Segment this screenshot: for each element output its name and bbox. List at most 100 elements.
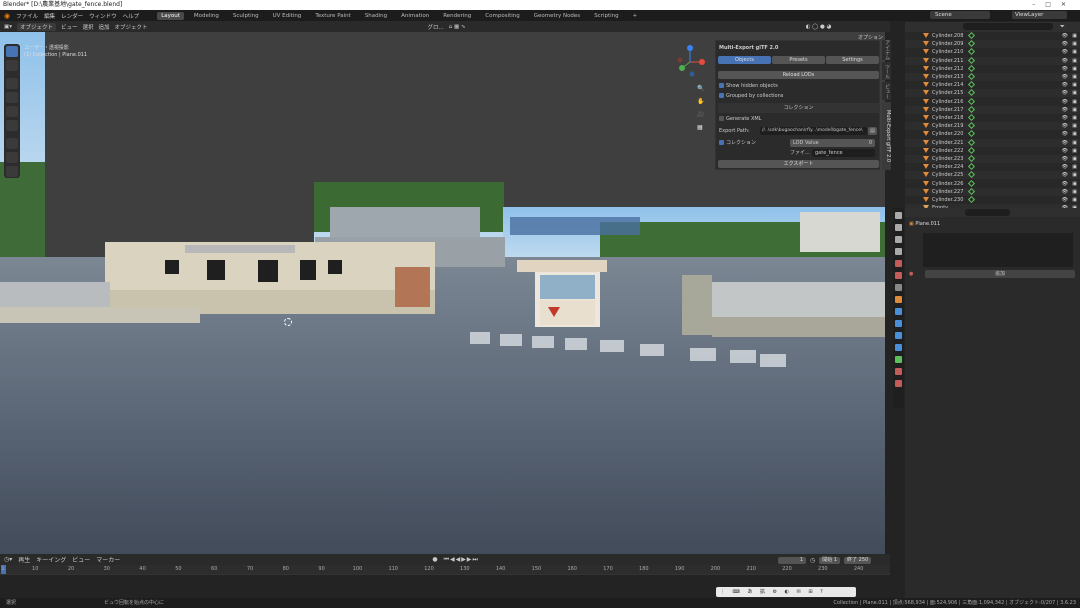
visibility-eye-icon[interactable]: 👁 (1062, 57, 1068, 65)
data-props-icon[interactable] (895, 356, 902, 363)
render-camera-icon[interactable]: ▣ (1072, 196, 1077, 204)
visibility-eye-icon[interactable]: 👁 (1062, 196, 1068, 204)
tab-shading[interactable]: Shading (361, 12, 391, 20)
viewport-nav-icons[interactable]: 🔍 ✋ 🎥 ▦ (697, 82, 704, 134)
menu-help[interactable]: ヘルプ (123, 12, 140, 20)
visibility-eye-icon[interactable]: 👁 (1062, 73, 1068, 81)
visibility-eye-icon[interactable]: 👁 (1062, 81, 1068, 89)
outliner-item[interactable]: Cylinder.214 👁 ▣ (905, 81, 1080, 89)
visibility-eye-icon[interactable]: 👁 (1062, 32, 1068, 40)
editor-type-icon[interactable]: ▣▾ (4, 24, 12, 30)
playback-controls[interactable]: ⏮◀◀▶▶⏭ (444, 556, 479, 564)
shading-buttons[interactable]: ◐ ◯ ● ◕ (806, 24, 832, 30)
sidebar-tab-view[interactable]: ビュー (882, 82, 891, 100)
visibility-eye-icon[interactable]: 👁 (1062, 130, 1068, 138)
outliner-item[interactable]: Cylinder.226 👁 ▣ (905, 179, 1080, 188)
scene-selector[interactable]: Scene (930, 11, 990, 19)
tab-settings[interactable]: Settings (826, 56, 879, 64)
annotate-tool-icon[interactable] (6, 138, 18, 149)
visibility-eye-icon[interactable]: 👁 (1062, 180, 1068, 188)
render-camera-icon[interactable]: ▣ (1072, 171, 1077, 179)
snap-icon[interactable]: ⌂ ▦ ∿ (449, 24, 466, 30)
render-camera-icon[interactable]: ▣ (1072, 122, 1077, 130)
properties-search-input[interactable] (965, 209, 1010, 216)
outliner-item[interactable]: Cylinder.210 👁 ▣ (905, 48, 1080, 56)
render-camera-icon[interactable]: ▣ (1072, 73, 1077, 81)
add-cube-tool-icon[interactable] (6, 166, 18, 177)
render-camera-icon[interactable]: ▣ (1072, 57, 1077, 65)
outliner-item[interactable]: Cylinder.224 👁 ▣ (905, 163, 1080, 171)
blender-logo-icon[interactable]: ◉ (4, 12, 10, 20)
start-frame-field[interactable]: 開始 1 (819, 556, 841, 564)
outliner-item[interactable]: Cylinder.225 👁 ▣ (905, 171, 1080, 180)
material-props-icon[interactable] (895, 368, 902, 375)
visibility-eye-icon[interactable]: 👁 (1062, 139, 1068, 147)
transform-tool-icon[interactable] (6, 120, 18, 131)
scale-tool-icon[interactable] (6, 106, 18, 117)
render-camera-icon[interactable]: ▣ (1072, 180, 1077, 188)
visibility-eye-icon[interactable]: 👁 (1062, 98, 1068, 106)
menu-object[interactable]: オブジェクト (115, 23, 148, 31)
outliner-item[interactable]: Cylinder.209 👁 ▣ (905, 40, 1080, 49)
outliner-item[interactable]: Cylinder.213 👁 ▣ (905, 72, 1080, 81)
visibility-eye-icon[interactable]: 👁 (1062, 155, 1068, 163)
outliner-item[interactable]: Cylinder.208 👁 ▣ (905, 31, 1080, 40)
output-props-icon[interactable] (895, 236, 902, 243)
sidebar-tab-tool[interactable]: ツール (882, 62, 891, 80)
outliner-item[interactable]: Cylinder.219 👁 ▣ (905, 122, 1080, 131)
ime-toolbar[interactable]: ⋮ ⌨ あ 拡 ⚙ ◐ ✉ ⊞ ? (716, 587, 856, 597)
render-camera-icon[interactable]: ▣ (1072, 188, 1077, 196)
collection-props-icon[interactable] (895, 284, 902, 291)
tab-compositing[interactable]: Compositing (481, 12, 523, 20)
tab-uv-editing[interactable]: UV Editing (269, 12, 306, 20)
add-workspace-button[interactable]: + (629, 12, 642, 20)
cursor-tool-icon[interactable] (6, 60, 18, 71)
menu-window[interactable]: ウィンドウ (89, 12, 117, 20)
render-camera-icon[interactable]: ▣ (1072, 48, 1077, 56)
tab-scripting[interactable]: Scripting (590, 12, 622, 20)
mode-selector[interactable]: オブジェクト (16, 22, 56, 31)
move-tool-icon[interactable] (6, 78, 18, 89)
menu-select[interactable]: 選択 (83, 23, 94, 31)
tab-objects[interactable]: Objects (718, 56, 771, 64)
render-camera-icon[interactable]: ▣ (1072, 155, 1077, 163)
tab-layout[interactable]: Layout (157, 11, 184, 20)
export-path-input[interactable]: //..\sdk\bugaochan\rfly...\model\bgate_f… (760, 127, 867, 135)
timeline-editor-icon[interactable]: ◷▾ (4, 556, 12, 563)
end-frame-field[interactable]: 終了 250 (844, 556, 872, 564)
outliner-item[interactable]: Cylinder.220 👁 ▣ (905, 130, 1080, 138)
visibility-eye-icon[interactable]: 👁 (1062, 171, 1068, 179)
visibility-eye-icon[interactable]: 👁 (1062, 122, 1068, 130)
sidebar-tab-item[interactable]: アイテム (882, 40, 891, 60)
generate-xml-checkbox[interactable]: Generate XML (719, 115, 876, 123)
render-camera-icon[interactable]: ▣ (1072, 139, 1077, 147)
collection-header[interactable]: コレクション (718, 103, 879, 113)
outliner-search-input[interactable] (963, 23, 1053, 30)
tab-geometry-nodes[interactable]: Geometry Nodes (530, 12, 584, 20)
folder-icon[interactable]: ▤ (868, 127, 877, 135)
material-add-button[interactable]: 追加 (925, 270, 1075, 278)
window-controls[interactable]: –□✕ (1032, 0, 1076, 10)
view-layer-props-icon[interactable] (895, 248, 902, 255)
tab-animation[interactable]: Animation (397, 12, 433, 20)
timeline-menu-keying[interactable]: キーイング (36, 555, 66, 564)
particles-props-icon[interactable] (895, 320, 902, 327)
view-layer-selector[interactable]: ViewLayer (1012, 11, 1067, 19)
orientation-selector[interactable]: グロ... (428, 23, 444, 31)
object-props-icon[interactable] (895, 296, 902, 303)
render-camera-icon[interactable]: ▣ (1072, 147, 1077, 155)
timeline-menu-marker[interactable]: マーカー (96, 555, 120, 564)
constraints-props-icon[interactable] (895, 344, 902, 351)
render-camera-icon[interactable]: ▣ (1072, 98, 1077, 106)
show-hidden-checkbox[interactable]: Show hidden objects (719, 82, 876, 90)
render-camera-icon[interactable]: ▣ (1072, 32, 1077, 40)
outliner-item[interactable]: Cylinder.211 👁 ▣ (905, 56, 1080, 65)
outliner-item[interactable]: Cylinder.215 👁 ▣ (905, 89, 1080, 98)
tool-props-icon[interactable] (895, 212, 902, 219)
timeline-ruler[interactable]: 1 10 20 30 40 50 60 70 80 90 100 110 120 130 140 150 160… (0, 565, 890, 574)
outliner-item[interactable]: Cylinder.216 👁 ▣ (905, 97, 1080, 106)
visibility-eye-icon[interactable]: 👁 (1062, 40, 1068, 48)
grouped-checkbox[interactable]: Grouped by collections (719, 92, 876, 100)
render-camera-icon[interactable]: ▣ (1072, 65, 1077, 73)
render-camera-icon[interactable]: ▣ (1072, 40, 1077, 48)
